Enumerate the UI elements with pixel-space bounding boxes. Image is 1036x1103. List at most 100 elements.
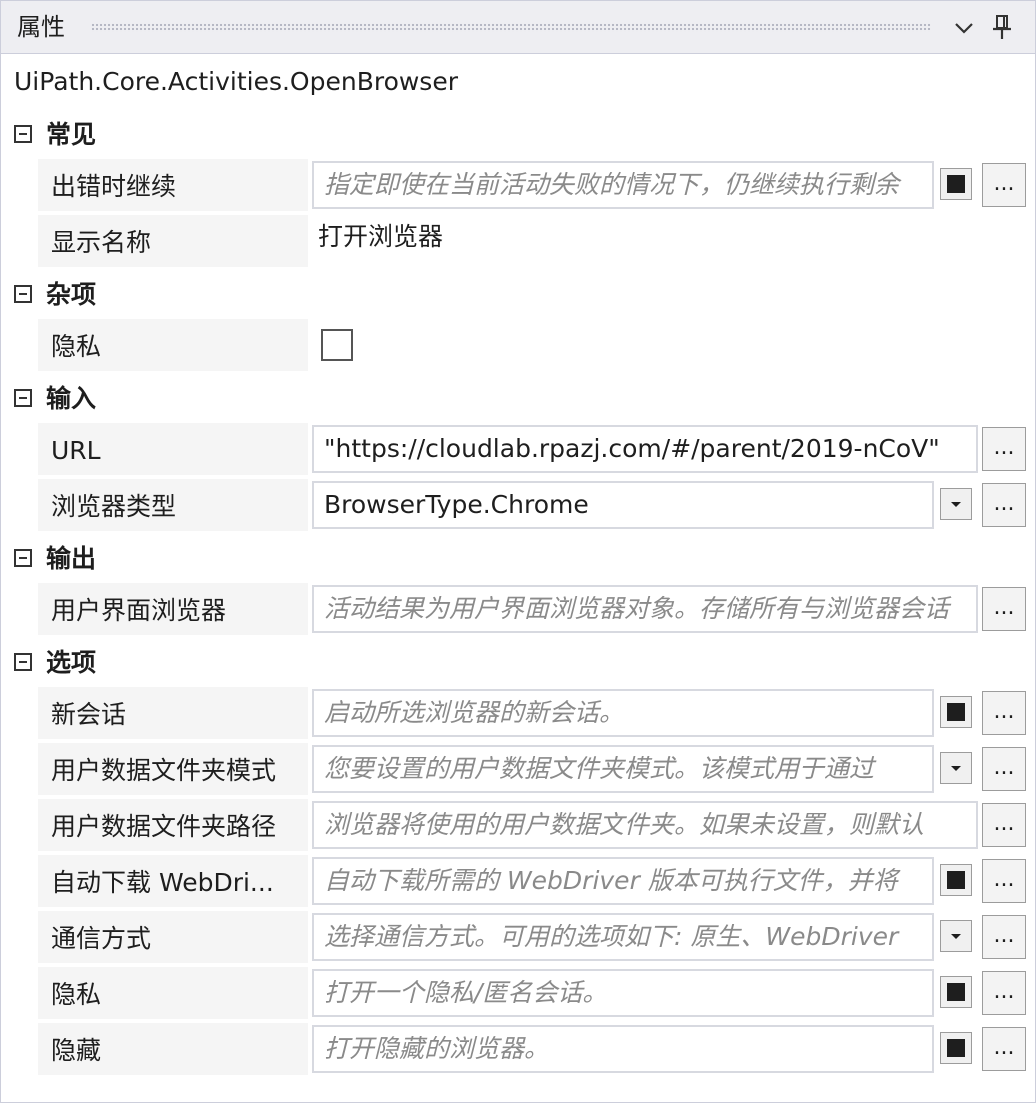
property-row-private-session[interactable]: 隐私 打开一个隐私/匿名会话。 ... <box>38 967 1028 1023</box>
collapse-minus-icon[interactable] <box>14 549 32 567</box>
category-label: 选项 <box>46 648 97 677</box>
auto-download-webdriver-input[interactable]: 自动下载所需的 WebDriver 版本可执行文件，并将 <box>312 857 934 905</box>
ellipsis-button[interactable]: ... <box>982 483 1026 527</box>
property-row-private[interactable]: 隐私 <box>38 319 1028 375</box>
category-misc[interactable]: 杂项 <box>1 271 1035 319</box>
property-name-text: 显示名称 <box>51 228 152 257</box>
property-value: 打开一个隐私/匿名会话。 ... <box>310 967 1028 1021</box>
category-input[interactable]: 输入 <box>1 375 1035 423</box>
user-data-folder-mode-select[interactable]: 您要设置的用户数据文件夹模式。该模式用于通过 <box>312 745 934 793</box>
property-value[interactable]: 打开浏览器 <box>310 215 1028 269</box>
ellipsis-button[interactable]: ... <box>982 163 1026 207</box>
boolean-toggle-icon[interactable] <box>940 696 972 728</box>
collapse-minus-icon[interactable] <box>14 653 32 671</box>
display-name-value[interactable]: 打开浏览器 <box>318 221 443 253</box>
property-name-text: 隐藏 <box>51 1036 102 1065</box>
panel-title-bar: 属性 <box>1 1 1035 54</box>
property-value <box>310 319 1028 373</box>
property-value: BrowserType.Chrome ... <box>310 479 1028 533</box>
ellipsis-button[interactable]: ... <box>982 427 1026 471</box>
boolean-toggle-icon[interactable] <box>940 864 972 896</box>
user-data-folder-path-input[interactable]: 浏览器将使用的用户数据文件夹。如果未设置，则默认 <box>312 801 978 849</box>
property-value: 您要设置的用户数据文件夹模式。该模式用于通过 ... <box>310 743 1028 797</box>
property-name-text: 用户数据文件夹路径 <box>51 812 277 841</box>
property-name-text: 新会话 <box>51 700 127 729</box>
collapse-minus-icon[interactable] <box>14 389 32 407</box>
field-text: 指定即使在当前活动失败的情况下，仍继续执行剩余 <box>324 170 900 199</box>
property-row-continue-on-error[interactable]: 出错时继续 指定即使在当前活动失败的情况下，仍继续执行剩余 ... <box>38 159 1028 215</box>
property-name: 用户界面浏览器 <box>38 583 308 637</box>
field-text: 打开隐藏的浏览器。 <box>324 1034 550 1063</box>
url-input[interactable]: "https://cloudlab.rpazj.com/#/parent/201… <box>312 425 978 473</box>
dropdown-arrow-icon[interactable] <box>940 488 972 520</box>
field-text: 选择通信方式。可用的选项如下: 原生、WebDriver <box>324 922 899 951</box>
property-row-user-data-folder-path[interactable]: 用户数据文件夹路径 浏览器将使用的用户数据文件夹。如果未设置，则默认 ... <box>38 799 1028 855</box>
chevron-down-icon[interactable] <box>951 15 977 41</box>
ui-browser-input[interactable]: 活动结果为用户界面浏览器对象。存储所有与浏览器会话 <box>312 585 978 633</box>
activity-class-name: UiPath.Core.Activities.OpenBrowser <box>14 67 458 96</box>
boolean-toggle-icon[interactable] <box>940 976 972 1008</box>
continue-on-error-input[interactable]: 指定即使在当前活动失败的情况下，仍继续执行剩余 <box>312 161 934 209</box>
communication-method-select[interactable]: 选择通信方式。可用的选项如下: 原生、WebDriver <box>312 913 934 961</box>
panel-title: 属性 <box>17 13 65 41</box>
property-name-text: 出错时继续 <box>51 172 177 201</box>
category-label: 输出 <box>46 544 97 573</box>
property-row-new-session[interactable]: 新会话 启动所选浏览器的新会话。 ... <box>38 687 1028 743</box>
browser-type-select[interactable]: BrowserType.Chrome <box>312 481 934 529</box>
field-text: 活动结果为用户界面浏览器对象。存储所有与浏览器会话 <box>324 594 950 623</box>
property-row-display-name[interactable]: 显示名称 打开浏览器 <box>38 215 1028 271</box>
property-name-text: 用户界面浏览器 <box>51 596 227 625</box>
ellipsis-button[interactable]: ... <box>982 691 1026 735</box>
property-row-browser-type[interactable]: 浏览器类型 BrowserType.Chrome ... <box>38 479 1028 535</box>
dropdown-arrow-icon[interactable] <box>940 920 972 952</box>
property-name: 隐私 <box>38 967 308 1021</box>
property-name-text: 自动下载 WebDri... <box>51 868 274 897</box>
ellipsis-button[interactable]: ... <box>982 587 1026 631</box>
property-grid: 常见 出错时继续 指定即使在当前活动失败的情况下，仍继续执行剩余 ... 显示名… <box>1 111 1035 1079</box>
property-row-hidden[interactable]: 隐藏 打开隐藏的浏览器。 ... <box>38 1023 1028 1079</box>
hidden-input[interactable]: 打开隐藏的浏览器。 <box>312 1025 934 1073</box>
property-name: URL <box>38 423 308 477</box>
category-label: 常见 <box>46 120 97 149</box>
private-session-input[interactable]: 打开一个隐私/匿名会话。 <box>312 969 934 1017</box>
property-row-user-data-folder-mode[interactable]: 用户数据文件夹模式 您要设置的用户数据文件夹模式。该模式用于通过 ... <box>38 743 1028 799</box>
property-value: 打开隐藏的浏览器。 ... <box>310 1023 1028 1077</box>
property-name-text: 用户数据文件夹模式 <box>51 756 277 785</box>
property-row-url[interactable]: URL "https://cloudlab.rpazj.com/#/parent… <box>38 423 1028 479</box>
ellipsis-button[interactable]: ... <box>982 971 1026 1015</box>
pin-icon[interactable] <box>989 13 1015 41</box>
ellipsis-button[interactable]: ... <box>982 915 1026 959</box>
property-name-text: 隐私 <box>51 980 102 1009</box>
field-text: 打开一个隐私/匿名会话。 <box>324 978 608 1007</box>
boolean-toggle-icon[interactable] <box>940 1032 972 1064</box>
property-name: 隐藏 <box>38 1023 308 1077</box>
property-name: 隐私 <box>38 319 308 373</box>
ellipsis-button[interactable]: ... <box>982 859 1026 903</box>
new-session-input[interactable]: 启动所选浏览器的新会话。 <box>312 689 934 737</box>
property-name: 浏览器类型 <box>38 479 308 533</box>
properties-panel: 属性 UiPath.Core.Activities.OpenBrowser 常见… <box>0 0 1036 1103</box>
property-name: 出错时继续 <box>38 159 308 213</box>
property-name-text: 隐私 <box>51 332 102 361</box>
collapse-minus-icon[interactable] <box>14 125 32 143</box>
category-common[interactable]: 常见 <box>1 111 1035 159</box>
field-text: BrowserType.Chrome <box>324 490 589 519</box>
ellipsis-button[interactable]: ... <box>982 1027 1026 1071</box>
private-checkbox[interactable] <box>321 329 353 361</box>
collapse-minus-icon[interactable] <box>14 285 32 303</box>
property-row-ui-browser[interactable]: 用户界面浏览器 活动结果为用户界面浏览器对象。存储所有与浏览器会话 ... <box>38 583 1028 639</box>
title-bar-grip[interactable] <box>91 23 931 32</box>
boolean-toggle-icon[interactable] <box>940 168 972 200</box>
dropdown-arrow-icon[interactable] <box>940 752 972 784</box>
property-row-communication-method[interactable]: 通信方式 选择通信方式。可用的选项如下: 原生、WebDriver ... <box>38 911 1028 967</box>
field-text: 浏览器将使用的用户数据文件夹。如果未设置，则默认 <box>324 810 925 839</box>
category-output[interactable]: 输出 <box>1 535 1035 583</box>
property-row-auto-download-webdriver[interactable]: 自动下载 WebDri... 自动下载所需的 WebDriver 版本可执行文件… <box>38 855 1028 911</box>
ellipsis-button[interactable]: ... <box>982 803 1026 847</box>
field-text: 启动所选浏览器的新会话。 <box>324 698 625 727</box>
category-options[interactable]: 选项 <box>1 639 1035 687</box>
property-name: 通信方式 <box>38 911 308 965</box>
ellipsis-button[interactable]: ... <box>982 747 1026 791</box>
property-name: 用户数据文件夹模式 <box>38 743 308 797</box>
property-value: 指定即使在当前活动失败的情况下，仍继续执行剩余 ... <box>310 159 1028 213</box>
